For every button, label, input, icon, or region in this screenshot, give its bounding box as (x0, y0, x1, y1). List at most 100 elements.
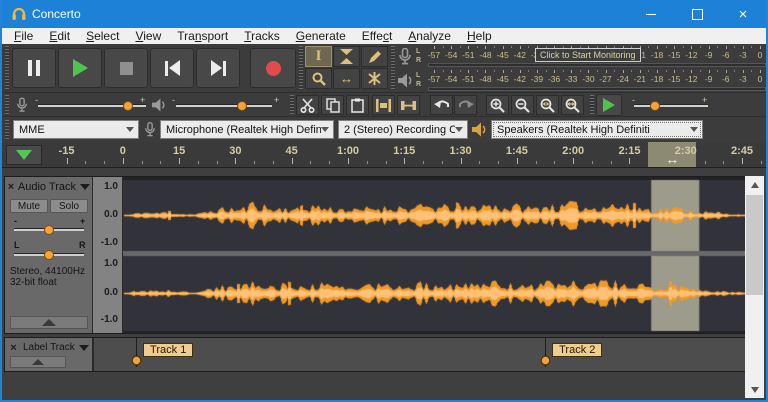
transport-toolbar-grip[interactable] (5, 46, 9, 90)
minimize-button[interactable] (628, 0, 674, 28)
play-speed-slider[interactable] (634, 99, 708, 113)
menu-transport[interactable]: Transport (169, 29, 236, 43)
track-format-line2: 32-bit float (10, 277, 57, 288)
play-at-speed-button[interactable] (596, 94, 622, 116)
pan-slider[interactable] (14, 248, 84, 262)
monitoring-tooltip[interactable]: Click to Start Monitoring (535, 48, 641, 62)
menu-help[interactable]: Help (459, 29, 500, 43)
mute-button[interactable]: Mute (10, 199, 48, 213)
edit-toolbar-grip[interactable] (290, 95, 294, 115)
scroll-up-button[interactable] (745, 176, 764, 193)
menu-view[interactable]: View (127, 29, 169, 43)
menu-effect[interactable]: Effect (354, 29, 400, 43)
zoom-in-button[interactable] (486, 95, 509, 115)
copy-button[interactable] (321, 95, 344, 115)
audio-track-collapse-button[interactable] (10, 316, 88, 329)
pause-button[interactable] (12, 48, 56, 88)
scroll-down-button[interactable] (745, 381, 764, 398)
skip-to-start-button[interactable] (150, 48, 194, 88)
label-marker-icon[interactable] (131, 354, 142, 367)
label-track-collapse-button[interactable] (10, 356, 66, 368)
record-meter[interactable]: LR -57-54-51-48-45-42-39-36-33-30-27-24-… (396, 45, 768, 68)
play-at-speed-toolbar-grip[interactable] (590, 95, 594, 115)
time-label: -15 (59, 145, 75, 157)
play-meter[interactable]: LR -57-54-51-48-45-42-39-36-33-30-27-24-… (396, 69, 768, 92)
audacity-logo-icon (11, 6, 27, 22)
window-title: Concerto (32, 7, 81, 21)
zoom-project-button[interactable] (561, 95, 584, 115)
vertical-scale-ruler[interactable]: 1.0 0.0 -1.0 1.0 0.0 -1.0 (93, 177, 123, 333)
draw-tool-button[interactable] (361, 46, 388, 67)
record-meter-bar (428, 63, 766, 67)
menu-file[interactable]: File (6, 29, 41, 43)
time-label: 2:30 (675, 145, 697, 157)
zoom-tool-button[interactable] (305, 68, 332, 89)
audio-host-dropdown[interactable]: MME (13, 120, 139, 139)
envelope-tool-button[interactable] (333, 46, 360, 67)
paste-button[interactable] (346, 95, 369, 115)
playback-volume-slider[interactable] (176, 99, 272, 113)
recording-volume-slider[interactable] (38, 99, 146, 113)
scrollbar-thumb[interactable] (746, 195, 763, 295)
scale-label: -1.0 (101, 237, 118, 248)
label-marker-icon[interactable] (540, 354, 551, 367)
gain-slider[interactable] (14, 223, 84, 237)
label-text[interactable]: Track 1 (143, 343, 193, 357)
skip-to-end-button[interactable] (196, 48, 240, 88)
recording-device-value: Microphone (Realtek High Defini (166, 124, 321, 136)
menu-generate[interactable]: Generate (288, 29, 354, 43)
tools-toolbar-grip[interactable] (299, 46, 303, 90)
menu-edit[interactable]: Edit (41, 29, 78, 43)
recording-channels-dropdown[interactable]: 2 (Stereo) Recording Channels (338, 120, 468, 139)
stop-icon (120, 62, 133, 75)
audio-track-close-button[interactable]: × (7, 180, 15, 193)
play-button[interactable] (58, 48, 102, 88)
time-label: 30 (229, 145, 241, 157)
recording-device-dropdown[interactable]: Microphone (Realtek High Defini (160, 120, 334, 139)
time-label: 45 (286, 145, 298, 157)
multi-tool-button[interactable] (361, 68, 388, 89)
track-menu-icon[interactable] (80, 184, 90, 190)
undo-button[interactable] (430, 95, 453, 115)
pause-icon (28, 60, 40, 76)
playback-device-value: Speakers (Realtek High Definiti (497, 124, 650, 136)
label-track-close-button[interactable]: × (7, 341, 20, 354)
solo-button[interactable]: Solo (50, 199, 88, 213)
mixer-mic-icon (16, 97, 28, 113)
waveform-canvas[interactable] (123, 177, 751, 333)
quick-play-button[interactable] (6, 145, 42, 165)
time-label: 0 (120, 145, 126, 157)
selection-tool-button[interactable]: I (305, 46, 332, 67)
close-button[interactable]: × (720, 0, 766, 28)
label-text[interactable]: Track 2 (552, 343, 602, 357)
device-toolbar-grip[interactable] (5, 120, 9, 140)
menu-tracks[interactable]: Tracks (236, 29, 288, 43)
stop-button[interactable] (104, 48, 148, 88)
time-shift-tool-button[interactable]: ↔ (333, 68, 360, 89)
zoom-selection-button[interactable] (536, 95, 559, 115)
trim-audio-button[interactable] (372, 95, 395, 115)
timeline-ruler[interactable]: ↔ -1501530451:001:151:301:452:002:152:30… (46, 142, 766, 167)
menu-analyze[interactable]: Analyze (400, 29, 459, 43)
mixer-toolbar-grip[interactable] (5, 95, 9, 115)
maximize-button[interactable] (674, 0, 720, 28)
menu-select[interactable]: Select (78, 29, 127, 43)
scroll-up-icon (751, 182, 759, 188)
label-row[interactable]: Track 1 Track 2 (93, 338, 747, 371)
waveform-area[interactable] (123, 177, 751, 333)
label-track-title: Label Track (23, 342, 75, 353)
pinned-play-head-icon (16, 150, 32, 160)
zoom-out-button[interactable] (511, 95, 534, 115)
silence-audio-button[interactable] (397, 95, 420, 115)
vertical-scrollbar[interactable] (745, 176, 764, 398)
playback-device-dropdown[interactable]: Speakers (Realtek High Definiti (491, 120, 703, 139)
cut-button[interactable] (296, 95, 319, 115)
track-menu-icon[interactable] (79, 345, 89, 351)
scroll-down-icon (751, 387, 759, 393)
scale-label: -1.0 (101, 314, 118, 325)
redo-button[interactable] (454, 95, 477, 115)
redo-icon (458, 99, 474, 111)
meter-toolbar-grip[interactable] (391, 46, 395, 90)
record-button[interactable] (250, 48, 296, 88)
device-speaker-icon (472, 122, 488, 137)
